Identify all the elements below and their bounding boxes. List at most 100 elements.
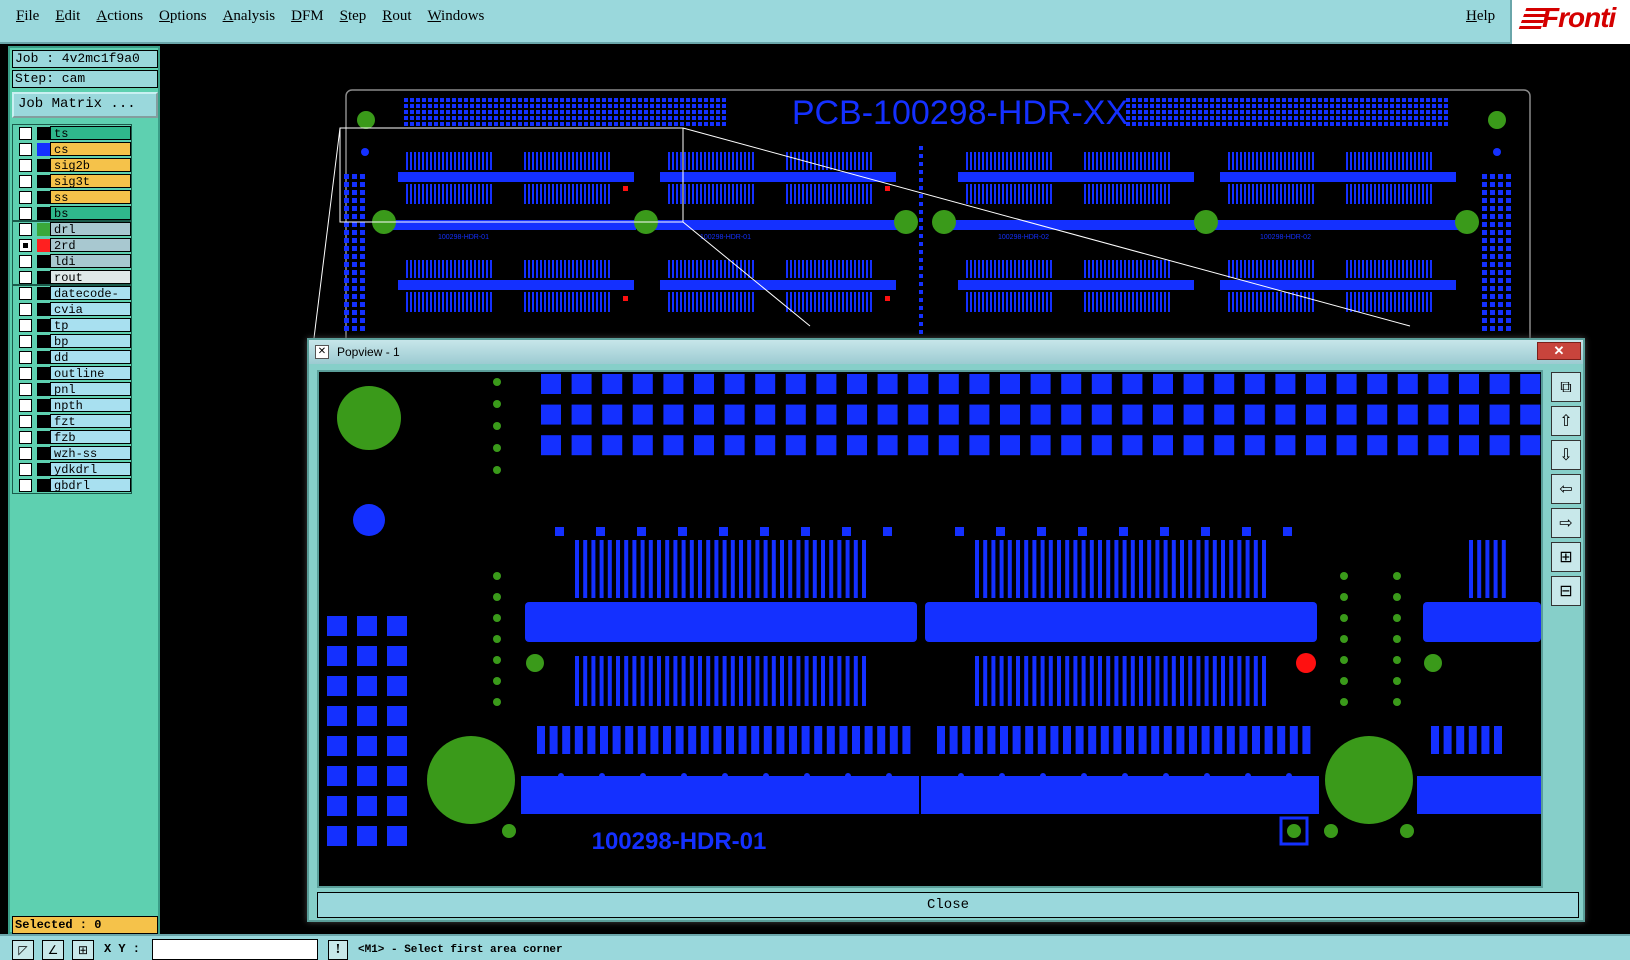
layer-checkbox[interactable] [19, 462, 32, 476]
layer-name[interactable]: ldi [50, 254, 131, 269]
popview-titlebar[interactable]: ✕ Popview - 1 [309, 340, 1583, 364]
layer-name[interactable]: fzt [50, 414, 131, 429]
layer-checkbox[interactable] [19, 366, 32, 380]
layer-row-fzt[interactable]: fzt [13, 413, 131, 429]
layer-name[interactable]: drl [50, 222, 131, 237]
layer-color-swatch[interactable] [37, 382, 50, 396]
layer-color-swatch[interactable] [37, 126, 50, 140]
layer-checkbox[interactable] [19, 126, 32, 140]
layer-color-swatch[interactable] [37, 350, 50, 364]
layer-color-swatch[interactable] [37, 318, 50, 332]
layer-checkbox[interactable] [19, 398, 32, 412]
pan-up-icon[interactable]: ⇧ [1551, 406, 1581, 436]
layer-color-swatch[interactable] [37, 142, 50, 156]
layer-checkbox[interactable] [19, 334, 32, 348]
layer-color-swatch[interactable] [37, 366, 50, 380]
layer-name[interactable]: datecode-ss [50, 286, 131, 315]
layer-color-swatch[interactable] [37, 478, 50, 492]
layer-checkbox[interactable] [19, 222, 32, 236]
layer-checkbox[interactable] [19, 190, 32, 204]
menu-actions[interactable]: Actions [96, 8, 143, 25]
layer-name[interactable]: ts [50, 126, 131, 141]
layer-color-swatch[interactable] [37, 254, 50, 268]
layer-row-fzb[interactable]: fzb [13, 429, 131, 445]
menu-options[interactable]: Options [159, 8, 207, 25]
layer-row-sig2b[interactable]: sig2b [13, 157, 131, 173]
layer-checkbox[interactable] [19, 414, 32, 428]
menu-windows[interactable]: Windows [427, 8, 484, 25]
layer-checkbox[interactable] [19, 446, 32, 460]
layer-color-swatch[interactable] [37, 334, 50, 348]
layer-row-dd[interactable]: dd [13, 349, 131, 365]
job-matrix-button[interactable]: Job Matrix ... [12, 92, 158, 118]
layer-color-swatch[interactable] [37, 414, 50, 428]
layer-name[interactable]: gbdrl [50, 478, 131, 493]
layer-name[interactable]: pnl [50, 382, 131, 397]
layer-row-outline[interactable]: outline [13, 365, 131, 381]
layer-name[interactable]: 2rd [50, 238, 131, 253]
layer-row-tp[interactable]: tp [13, 317, 131, 333]
layer-row-rout[interactable]: rout [13, 269, 131, 285]
layer-checkbox[interactable] [19, 158, 32, 172]
pan-left-icon[interactable]: ⇦ [1551, 474, 1581, 504]
layer-row-sig3t[interactable]: sig3t [13, 173, 131, 189]
layer-name[interactable]: sig2b [50, 158, 131, 173]
layer-checkbox[interactable] [19, 238, 32, 252]
layer-name[interactable]: cs [50, 142, 131, 157]
layer-checkbox[interactable] [19, 302, 32, 316]
layer-row-gbdrl[interactable]: gbdrl [13, 477, 131, 493]
layer-color-swatch[interactable] [37, 222, 50, 236]
layer-name[interactable]: bp [50, 334, 131, 349]
layer-name[interactable]: wzh-ss [50, 446, 131, 461]
layer-row-ldi[interactable]: ldi [13, 253, 131, 269]
layer-row-cvia[interactable]: cvia [13, 301, 131, 317]
layer-name[interactable]: rout [50, 270, 131, 285]
layer-color-swatch[interactable] [37, 174, 50, 188]
layer-name[interactable]: bs [50, 206, 131, 221]
layer-row-ts[interactable]: ts [13, 125, 131, 141]
layer-checkbox[interactable] [19, 174, 32, 188]
layer-name[interactable]: sig3t [50, 174, 131, 189]
layer-checkbox[interactable] [19, 254, 32, 268]
grid-tool-icon[interactable]: ⊞ [72, 940, 94, 960]
layer-color-swatch[interactable] [37, 446, 50, 460]
layer-color-swatch[interactable] [37, 238, 50, 252]
layer-checkbox[interactable] [19, 350, 32, 364]
layer-name[interactable]: fzb [50, 430, 131, 445]
layer-name[interactable]: npth [50, 398, 131, 413]
layer-color-swatch[interactable] [37, 302, 50, 316]
menu-file[interactable]: File [16, 8, 39, 25]
menu-edit[interactable]: Edit [55, 8, 80, 25]
layer-row-bs[interactable]: bs [13, 205, 131, 221]
zoom-in-icon[interactable]: ⊞ [1551, 542, 1581, 572]
menu-step[interactable]: Step [340, 8, 367, 25]
layer-name[interactable]: ss [50, 190, 131, 205]
layer-row-npth[interactable]: npth [13, 397, 131, 413]
layer-row-ydkdrl[interactable]: ydkdrl [13, 461, 131, 477]
menu-help[interactable]: Help [1466, 8, 1495, 25]
layer-checkbox[interactable] [19, 286, 32, 300]
layer-color-swatch[interactable] [37, 430, 50, 444]
menu-rout[interactable]: Rout [382, 8, 411, 25]
layer-checkbox[interactable] [19, 318, 32, 332]
pan-right-icon[interactable]: ⇨ [1551, 508, 1581, 538]
layer-name[interactable]: cvia [50, 302, 131, 317]
layer-checkbox[interactable] [19, 142, 32, 156]
layer-name[interactable]: dd [50, 350, 131, 365]
layer-checkbox[interactable] [19, 478, 32, 492]
zoom-view[interactable]: 100298-HDR-01 [319, 372, 1541, 886]
layer-color-swatch[interactable] [37, 206, 50, 220]
layer-row-cs[interactable]: cs [13, 141, 131, 157]
popview-canvas[interactable]: 100298-HDR-01 [317, 370, 1543, 888]
layer-row-pnl[interactable]: pnl [13, 381, 131, 397]
layer-name[interactable]: outline [50, 366, 131, 381]
layer-color-swatch[interactable] [37, 462, 50, 476]
popview-close-button[interactable]: Close [317, 892, 1579, 918]
select-tool-icon[interactable]: ◸ [12, 940, 34, 960]
pan-down-icon[interactable]: ⇩ [1551, 440, 1581, 470]
layer-checkbox[interactable] [19, 270, 32, 284]
layer-row-drl[interactable]: drl [13, 221, 131, 237]
layer-checkbox[interactable] [19, 206, 32, 220]
menu-analysis[interactable]: Analysis [223, 8, 276, 25]
measure-tool-icon[interactable]: ∠ [42, 940, 64, 960]
